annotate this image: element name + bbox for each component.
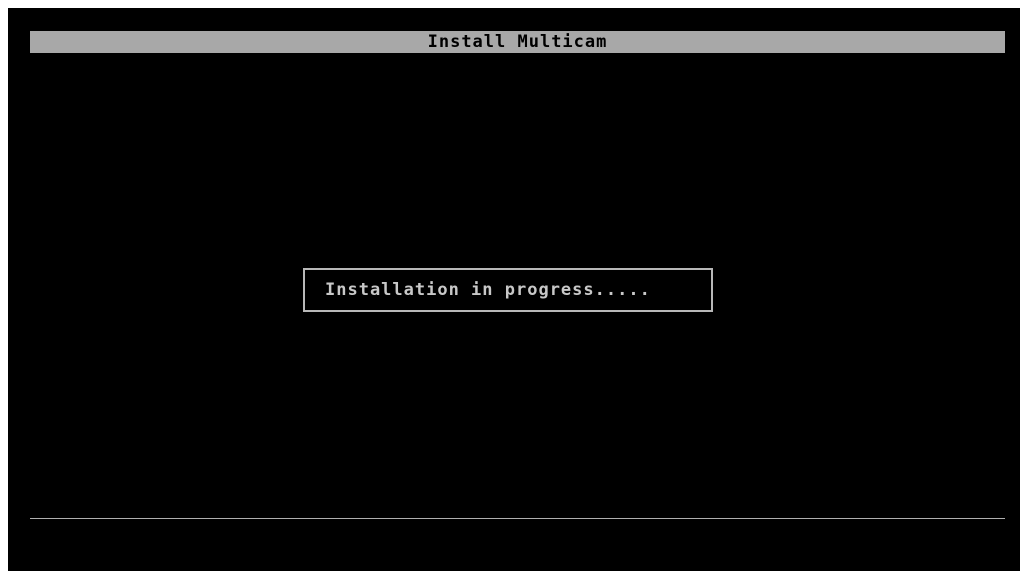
footer-divider	[30, 518, 1005, 519]
installer-screen: Install Multicam Installation in progres…	[8, 8, 1020, 571]
progress-message: Installation in progress.....	[325, 280, 651, 300]
progress-dialog: Installation in progress.....	[303, 268, 713, 312]
title-bar: Install Multicam	[30, 31, 1005, 53]
